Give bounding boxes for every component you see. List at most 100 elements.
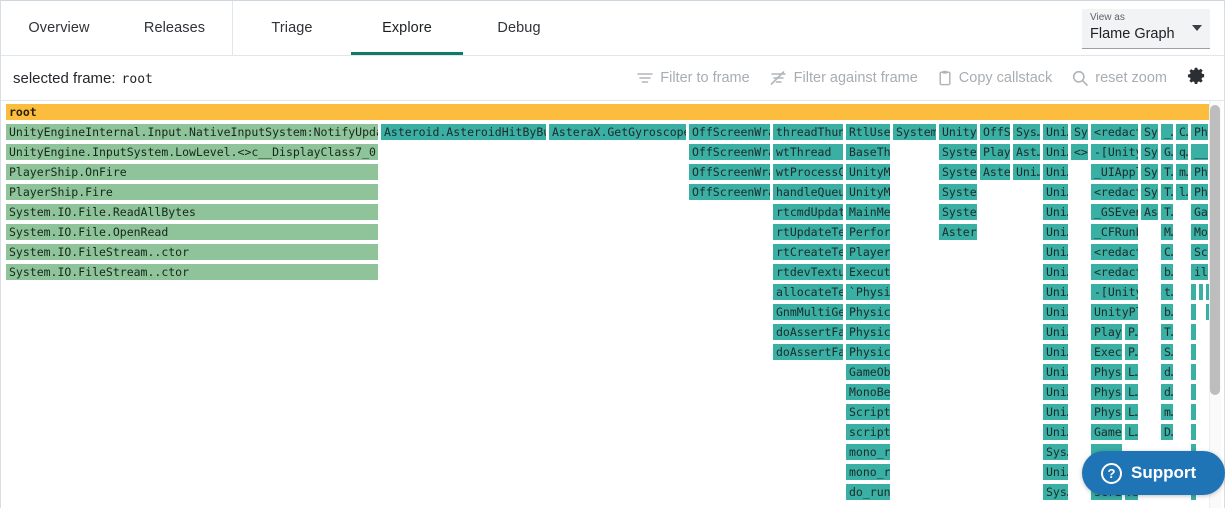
flame-frame[interactable] [1190, 383, 1197, 401]
flame-frame[interactable]: <redact… [1090, 243, 1139, 261]
flame-frame[interactable]: wtProcessCo… [772, 163, 844, 181]
flame-frame[interactable]: OffScreenWrap… [688, 163, 771, 181]
flame-frame[interactable]: <redact… [1090, 123, 1139, 141]
flame-frame[interactable]: BaseTh… [845, 143, 891, 161]
flame-frame[interactable]: Sy… [1140, 163, 1159, 181]
flame-frame[interactable]: _… [1160, 123, 1174, 141]
flame-frame[interactable]: Sy… [1140, 143, 1159, 161]
flame-frame[interactable]: il… [1190, 263, 1209, 281]
flame-frame[interactable]: Perfor… [845, 223, 891, 241]
flame-frame[interactable]: System… [938, 183, 978, 201]
flame-frame[interactable]: m… [1160, 403, 1174, 421]
flame-frame[interactable]: Aste… [979, 163, 1011, 181]
flame-frame[interactable] [1190, 363, 1197, 381]
flame-frame[interactable]: -[Unity… [1090, 143, 1139, 161]
tab-triage[interactable]: Triage [233, 1, 351, 55]
flame-frame[interactable]: Phys… [1090, 383, 1123, 401]
flame-frame[interactable]: Ph… [1190, 123, 1209, 141]
flame-frame[interactable]: Uni… [1042, 203, 1069, 221]
flame-frame[interactable] [1190, 403, 1197, 421]
flame-frame[interactable]: MainMe… [845, 203, 891, 221]
flame-frame[interactable]: C… [1160, 243, 1174, 261]
flame-frame[interactable]: T… [1160, 183, 1174, 201]
filter-to-frame-button[interactable]: Filter to frame [627, 70, 759, 86]
flame-frame[interactable]: Uni… [1042, 123, 1069, 141]
flame-frame[interactable]: Uni… [1042, 323, 1069, 341]
flame-frame-root[interactable]: root [5, 103, 1210, 121]
flame-frame[interactable]: Uni… [1042, 223, 1069, 241]
flame-frame[interactable] [1198, 283, 1204, 301]
flame-frame[interactable]: M… [1160, 223, 1174, 241]
copy-callstack-button[interactable]: Copy callstack [928, 70, 1062, 86]
flame-frame[interactable]: d… [1160, 383, 1174, 401]
flame-frame[interactable]: Uni… [1042, 283, 1069, 301]
tab-releases[interactable]: Releases [117, 1, 232, 55]
flame-frame[interactable]: rtdevTextur… [772, 263, 844, 281]
flame-frame[interactable]: As… [1140, 203, 1159, 221]
flame-frame[interactable] [1190, 343, 1197, 361]
flame-frame[interactable]: Uni… [1042, 243, 1069, 261]
flame-frame[interactable]: d… [1160, 363, 1174, 381]
flame-frame[interactable]: m… [1175, 163, 1189, 181]
flame-frame[interactable]: L… [1124, 363, 1139, 381]
flame-frame[interactable]: Ph… [1190, 183, 1209, 201]
flame-frame[interactable] [1190, 283, 1197, 301]
flame-frame[interactable]: _CFRunL… [1090, 223, 1139, 241]
flame-frame[interactable] [1190, 423, 1197, 441]
flame-frame[interactable]: Mo… [1190, 223, 1209, 241]
filter-against-frame-button[interactable]: Filter against frame [760, 70, 928, 86]
flame-frame[interactable]: rtcmdUpdate… [772, 203, 844, 221]
flame-frame[interactable]: System… [938, 163, 978, 181]
flame-frame[interactable]: OffScreenWrap… [688, 123, 771, 141]
flame-frame[interactable]: System.IO.FileStream..ctor [5, 243, 379, 261]
tab-overview[interactable]: Overview [1, 1, 117, 55]
settings-button[interactable] [1177, 66, 1214, 90]
flame-frame[interactable]: Play… [979, 143, 1011, 161]
flame-frame[interactable]: PlayerShip.Fire [5, 183, 379, 201]
flame-frame[interactable]: t… [1160, 283, 1174, 301]
flame-frame[interactable]: -[Unity… [1090, 283, 1139, 301]
flame-frame[interactable]: _UIAppl… [1090, 163, 1139, 181]
flame-frame[interactable]: l… [1175, 183, 1189, 201]
reset-zoom-button[interactable]: reset zoom [1062, 70, 1177, 86]
flame-frame[interactable]: `Physi… [845, 283, 891, 301]
flame-frame[interactable]: doAssertFai… [772, 323, 844, 341]
flame-frame[interactable]: rtUpdateTex… [772, 223, 844, 241]
flame-frame[interactable]: UnityEngineInternal.Input.NativeInputSys… [5, 123, 379, 141]
flame-frame[interactable]: L… [1124, 423, 1139, 441]
flame-frame[interactable]: PlayerShip.OnFire [5, 163, 379, 181]
flame-frame[interactable]: Phys… [1090, 403, 1123, 421]
flame-frame[interactable]: L… [1124, 383, 1139, 401]
flame-frame[interactable]: Play… [1090, 323, 1123, 341]
flame-frame[interactable]: T… [1160, 323, 1174, 341]
flame-frame[interactable]: T… [1160, 163, 1174, 181]
flame-frame[interactable]: Script… [845, 403, 891, 421]
flame-frame[interactable]: _GSEven… [1090, 203, 1139, 221]
flame-frame[interactable]: Execut… [845, 263, 891, 281]
flame-frame[interactable]: Physic… [845, 323, 891, 341]
flame-frame[interactable]: P… [1124, 323, 1139, 341]
tab-debug[interactable]: Debug [463, 1, 575, 55]
flame-frame[interactable]: P… [1124, 343, 1139, 361]
flame-frame[interactable]: threadThunk [772, 123, 844, 141]
flame-scrollbar-thumb[interactable] [1210, 105, 1220, 395]
flame-frame[interactable]: Phys… [1090, 363, 1123, 381]
flame-frame[interactable]: Sys… [1042, 483, 1069, 501]
flame-frame[interactable] [1190, 323, 1197, 341]
flame-frame[interactable]: S… [1160, 343, 1174, 361]
flame-frame[interactable]: AsteraX.GetGyroscopeDev… [548, 123, 687, 141]
flame-frame[interactable]: L… [1124, 403, 1139, 421]
flame-frame[interactable]: OffScreenWrap… [688, 143, 771, 161]
tab-explore[interactable]: Explore [351, 1, 463, 55]
flame-frame[interactable]: b… [1160, 303, 1174, 321]
flame-frame[interactable]: Uni… [1042, 403, 1069, 421]
flame-frame[interactable]: Physic… [845, 343, 891, 361]
flame-frame[interactable]: UnityE… [938, 123, 978, 141]
flame-frame[interactable]: wtThread [772, 143, 844, 161]
flame-frame[interactable]: Ph… [1190, 163, 1209, 181]
flame-frame[interactable]: Sy… [1070, 123, 1089, 141]
flame-frame[interactable]: do_run… [845, 483, 891, 501]
flame-frame[interactable]: Uni… [1042, 263, 1069, 281]
flame-frame[interactable]: <redact… [1090, 263, 1139, 281]
flame-graph-canvas[interactable]: root UnityEngineInternal.Input.NativeInpu… [5, 101, 1210, 508]
